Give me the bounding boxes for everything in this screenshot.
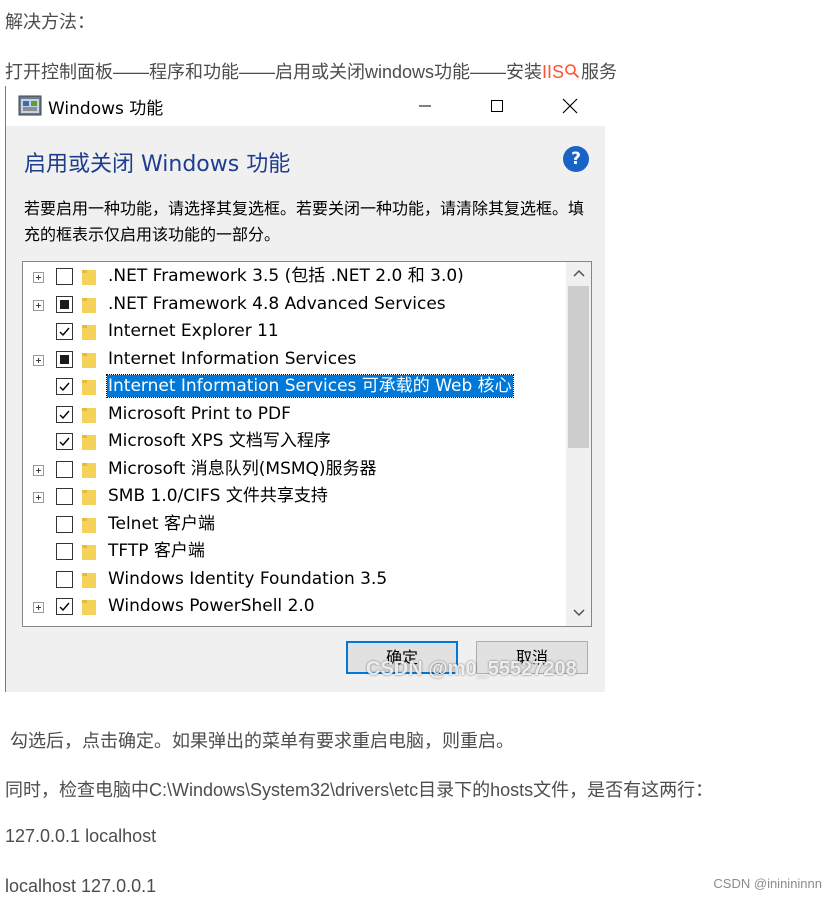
feature-row[interactable]: Microsoft XPS 文档写入程序 <box>23 428 565 455</box>
checkmark-icon <box>59 410 70 419</box>
dialog-heading: 启用或关闭 Windows 功能 <box>24 152 291 177</box>
feature-row[interactable]: Microsoft Print to PDF <box>23 401 565 428</box>
feature-checkbox[interactable] <box>56 515 73 533</box>
feature-row[interactable]: Windows Identity Foundation 3.5 <box>23 566 565 593</box>
iis-keyword-link[interactable]: IIS <box>542 62 581 82</box>
folder-icon <box>82 270 96 285</box>
hosts-line-1: 127.0.0.1 localhost <box>5 826 157 846</box>
folder-icon <box>82 572 96 588</box>
feature-checkbox[interactable] <box>56 323 73 340</box>
help-icon[interactable]: ? <box>563 146 589 172</box>
folder-icon <box>82 517 96 533</box>
feature-row[interactable]: Windows PowerShell 2.0 <box>23 593 565 620</box>
feature-row[interactable]: Internet Explorer 11 <box>23 318 565 345</box>
search-icon[interactable] <box>564 63 580 79</box>
folder-icon <box>82 545 96 560</box>
windows-features-icon <box>18 95 42 116</box>
feature-checkbox[interactable] <box>56 598 73 615</box>
feature-label[interactable]: Windows PowerShell 2.0 <box>107 595 316 617</box>
solution-heading: 解决方法： <box>5 12 95 32</box>
hosts-check-text: 同时，检查电脑中C:\Windows\System32\drivers\etc目… <box>5 780 714 800</box>
scroll-thumb[interactable] <box>568 286 589 448</box>
expand-icon[interactable] <box>33 464 44 476</box>
feature-label[interactable]: TFTP 客户端 <box>107 540 206 562</box>
feature-row[interactable]: Internet Information Services <box>23 346 565 373</box>
checkmark-icon <box>59 602 70 612</box>
feature-label[interactable]: Microsoft 消息队列(MSMQ)服务器 <box>107 458 378 480</box>
folder-icon <box>82 600 96 615</box>
path-suffix: 服务 <box>581 62 618 82</box>
scroll-up-button[interactable] <box>566 262 591 284</box>
hosts-line-2: localhost 127.0.0.1 <box>5 876 157 896</box>
expand-icon[interactable] <box>33 602 44 613</box>
feature-row[interactable]: Internet Information Services 可承载的 Web 核… <box>23 373 565 400</box>
maximize-icon <box>491 100 503 112</box>
feature-checkbox[interactable] <box>56 570 73 588</box>
after-check-text: 勾选后，点击确定。如果弹出的菜单有要求重启电脑，则重启。 <box>10 731 514 751</box>
folder-icon <box>82 462 96 478</box>
site-watermark: CSDN @ininininnn <box>713 876 822 891</box>
feature-checkbox[interactable] <box>56 460 73 478</box>
feature-label[interactable]: Internet Information Services 可承载的 Web 核… <box>106 374 514 398</box>
feature-checkbox[interactable] <box>56 488 73 505</box>
feature-checkbox[interactable] <box>56 543 73 560</box>
windows-features-dialog: Windows 功能 启用或关闭 Windows 功能 ? 若要启用一种功能，请… <box>5 86 605 692</box>
chevron-up-icon <box>572 269 585 277</box>
feature-row[interactable]: Microsoft 消息队列(MSMQ)服务器 <box>23 456 565 483</box>
feature-label[interactable]: SMB 1.0/CIFS 文件共享支持 <box>107 485 329 507</box>
feature-row[interactable]: .NET Framework 4.8 Advanced Services <box>23 291 565 318</box>
close-button[interactable] <box>547 86 593 126</box>
scroll-down-button[interactable] <box>566 602 591 624</box>
path-prefix: 打开控制面板——程序和功能——启用或关闭windows功能——安装 <box>5 62 543 82</box>
expand-icon[interactable] <box>33 272 44 283</box>
expand-icon[interactable] <box>33 299 44 311</box>
feature-checkbox[interactable] <box>56 433 73 450</box>
dialog-description: 若要启用一种功能，请选择其复选框。若要关闭一种功能，请清除其复选框。填充的框表示… <box>24 199 585 244</box>
folder-icon <box>82 325 96 340</box>
checkmark-icon <box>59 382 70 392</box>
feature-label[interactable]: Microsoft Print to PDF <box>107 403 292 425</box>
feature-label[interactable]: Windows Identity Foundation 3.5 <box>107 568 388 590</box>
feature-checkbox[interactable] <box>56 268 73 285</box>
instruction-path: 打开控制面板——程序和功能——启用或关闭windows功能——安装IIS 服务 <box>5 58 617 84</box>
feature-checkbox[interactable] <box>56 295 73 313</box>
checkmark-icon <box>59 437 70 447</box>
feature-label[interactable]: .NET Framework 3.5 (包括 .NET 2.0 和 3.0) <box>107 265 465 287</box>
feature-label[interactable]: Internet Information Services <box>107 348 357 370</box>
folder-icon <box>82 435 96 450</box>
iis-keyword[interactable]: IIS <box>542 62 564 82</box>
dialog-titlebar[interactable]: Windows 功能 <box>6 86 605 126</box>
close-icon <box>562 98 578 114</box>
feature-checkbox[interactable] <box>56 378 73 395</box>
folder-icon <box>82 407 96 423</box>
expand-icon[interactable] <box>33 492 44 503</box>
features-tree[interactable]: .NET Framework 3.5 (包括 .NET 2.0 和 3.0) .N… <box>22 261 592 627</box>
feature-row[interactable]: SMB 1.0/CIFS 文件共享支持 <box>23 483 565 510</box>
folder-icon <box>82 380 96 395</box>
image-watermark: CSDN @m0_55527208 <box>366 658 577 680</box>
checkmark-icon <box>59 327 70 337</box>
feature-checkbox[interactable] <box>56 350 73 368</box>
feature-row[interactable]: TFTP 客户端 <box>23 538 565 565</box>
chevron-down-icon <box>572 609 585 617</box>
feature-checkbox[interactable] <box>56 405 73 423</box>
feature-label[interactable]: Microsoft XPS 文档写入程序 <box>107 430 332 452</box>
feature-row[interactable]: .NET Framework 3.5 (包括 .NET 2.0 和 3.0) <box>23 263 565 290</box>
folder-icon <box>82 352 96 368</box>
tree-scrollbar[interactable] <box>566 262 591 626</box>
maximize-button[interactable] <box>474 86 520 126</box>
minimize-button[interactable] <box>402 86 448 126</box>
folder-icon <box>82 490 96 505</box>
feature-row[interactable]: Telnet 客户端 <box>23 511 565 538</box>
feature-label[interactable]: .NET Framework 4.8 Advanced Services <box>107 293 447 315</box>
folder-icon <box>82 297 96 313</box>
feature-label[interactable]: Internet Explorer 11 <box>107 320 280 342</box>
minimize-icon <box>419 105 431 107</box>
feature-label[interactable]: Telnet 客户端 <box>107 513 216 535</box>
expand-icon[interactable] <box>33 354 44 366</box>
dialog-title: Windows 功能 <box>48 99 164 119</box>
